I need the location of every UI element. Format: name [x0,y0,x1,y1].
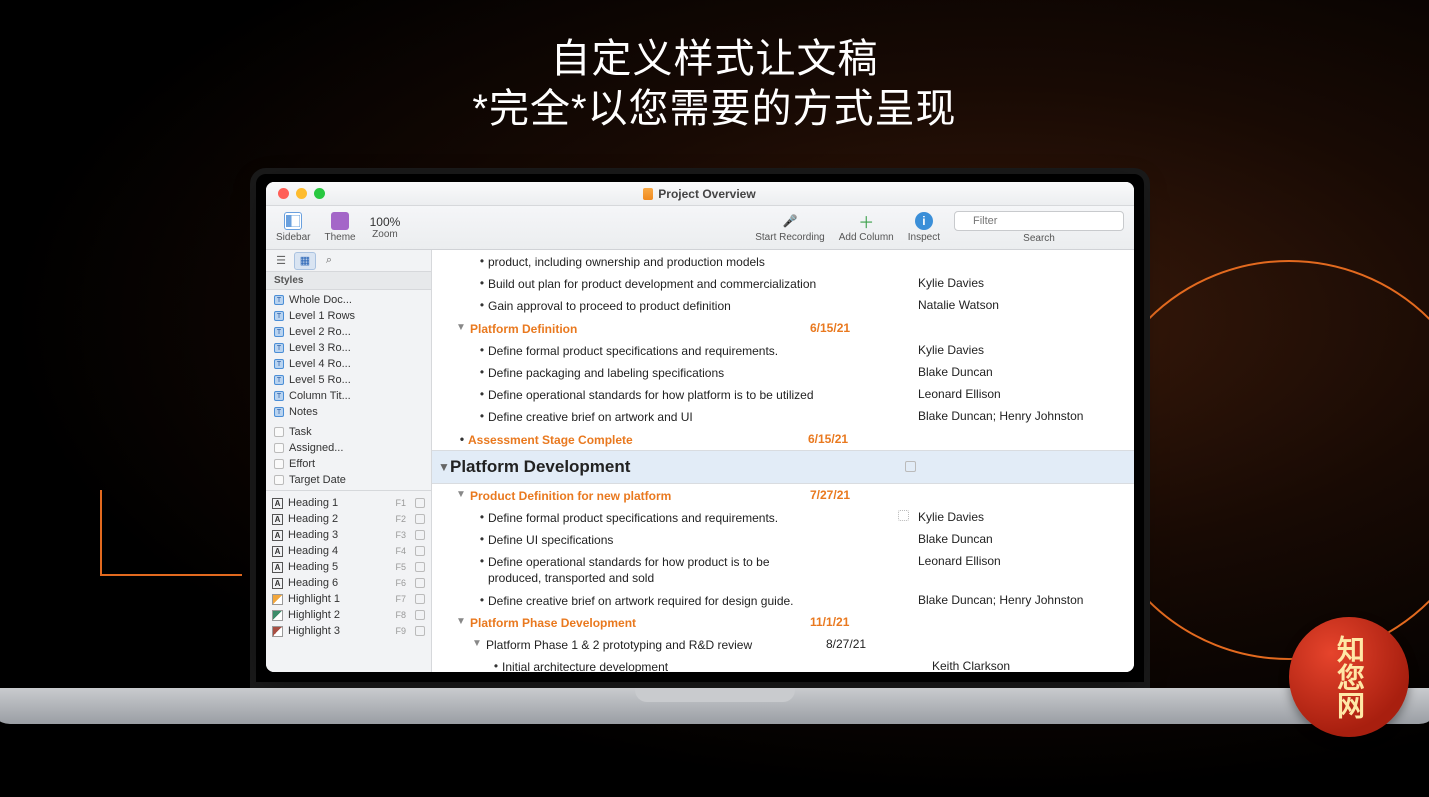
outline-heading-row[interactable]: ▼ Product Definition for new platform 7/… [432,484,1134,506]
sidebar-panel: ☰ ▦ ⌕ Styles TWhole Doc...TLevel 1 RowsT… [266,250,432,672]
outline-row[interactable]: • Build out plan for product development… [432,272,1134,294]
style-item[interactable]: Effort [266,456,431,472]
heading-style[interactable]: AHeading 3F3 [266,527,431,543]
sidebar-tab-outline[interactable]: ☰ [270,252,292,270]
heading-style[interactable]: AHeading 4F4 [266,543,431,559]
highlight-style[interactable]: Highlight 2F8 [266,607,431,623]
style-item[interactable]: TLevel 5 Ro... [266,372,431,388]
theme-button[interactable]: Theme [324,212,355,243]
outline-row[interactable]: • Define operational standards for how p… [432,550,1134,588]
style-item[interactable]: TLevel 3 Ro... [266,340,431,356]
decorative-square [100,490,242,576]
search-input[interactable] [954,211,1124,231]
style-item[interactable]: TLevel 1 Rows [266,308,431,324]
start-recording-button[interactable]: 🎤 Start Recording [755,212,824,243]
inspect-button[interactable]: i Inspect [908,212,940,243]
heading-style[interactable]: AHeading 6F6 [266,575,431,591]
highlight-style[interactable]: Highlight 1F7 [266,591,431,607]
style-item[interactable]: TColumn Tit... [266,388,431,404]
heading-style[interactable]: AHeading 1F1 [266,495,431,511]
close-icon[interactable] [278,188,289,199]
minimize-icon[interactable] [296,188,307,199]
window-title: Project Overview [658,187,755,201]
styles-header: Styles [266,272,431,290]
document-icon [643,188,653,200]
microphone-icon: 🎤 [781,212,799,230]
style-item[interactable]: Target Date [266,472,431,488]
style-item[interactable]: TWhole Doc... [266,292,431,308]
heading-style[interactable]: AHeading 2F2 [266,511,431,527]
outline-row[interactable]: • Initial architecture development Keith… [432,655,1134,672]
laptop-base [0,688,1429,724]
add-column-button[interactable]: ＋ Add Column [839,212,894,243]
style-item[interactable]: TLevel 2 Ro... [266,324,431,340]
zoom-control[interactable]: 100% Zoom [370,215,401,240]
outline-row[interactable]: • Define creative brief on artwork requi… [432,589,1134,611]
outline-row[interactable]: • Define operational standards for how p… [432,383,1134,405]
app-window: Project Overview Sidebar Theme 100% Zoom… [266,182,1134,672]
marketing-headline: 自定义样式让文稿 *完全*以您需要的方式呈现 [0,0,1429,134]
style-item[interactable]: Task [266,424,431,440]
sidebar-tab-search-icon[interactable]: ⌕ [318,252,340,270]
outline-row[interactable]: • Define UI specifications Blake Duncan [432,528,1134,550]
toolbar: Sidebar Theme 100% Zoom 🎤 Start Recordin… [266,206,1134,250]
info-icon: i [915,212,933,230]
laptop-mockup: Project Overview Sidebar Theme 100% Zoom… [250,168,1150,688]
style-item[interactable]: TNotes [266,404,431,420]
window-titlebar: Project Overview [266,182,1134,206]
checkbox-icon[interactable] [905,461,916,472]
outline-heading-row[interactable]: ▼ Platform Definition 6/15/21 [432,317,1134,339]
outline-main[interactable]: • product, including ownership and produ… [432,250,1134,672]
outline-row[interactable]: • Gain approval to proceed to product de… [432,294,1134,316]
sidebar-tab-styles[interactable]: ▦ [294,252,316,270]
maximize-icon[interactable] [314,188,325,199]
outline-row[interactable]: • Define packaging and labeling specific… [432,361,1134,383]
outline-row[interactable]: • Define formal product specifications a… [432,506,1134,528]
site-seal-badge: 知您网 [1289,617,1409,737]
heading-style[interactable]: AHeading 5F5 [266,559,431,575]
outline-row[interactable]: • Define formal product specifications a… [432,339,1134,361]
outline-row[interactable]: • product, including ownership and produ… [432,250,1134,272]
style-item[interactable]: Assigned... [266,440,431,456]
outline-row[interactable]: •Assessment Stage Complete6/15/21 [432,428,1134,450]
outline-row[interactable]: • Define creative brief on artwork and U… [432,405,1134,427]
sidebar-toggle-button[interactable]: Sidebar [276,212,310,243]
search-label: Search [1023,233,1055,244]
outline-row[interactable]: ▼Platform Phase 1 & 2 prototyping and R&… [432,633,1134,655]
highlight-style[interactable]: Highlight 3F9 [266,623,431,639]
style-item[interactable]: TLevel 4 Ro... [266,356,431,372]
outline-heading-row[interactable]: ▼ Platform Phase Development 11/1/21 [432,611,1134,633]
outline-section[interactable]: ▼Platform Development [432,450,1134,484]
plus-icon: ＋ [857,212,875,230]
